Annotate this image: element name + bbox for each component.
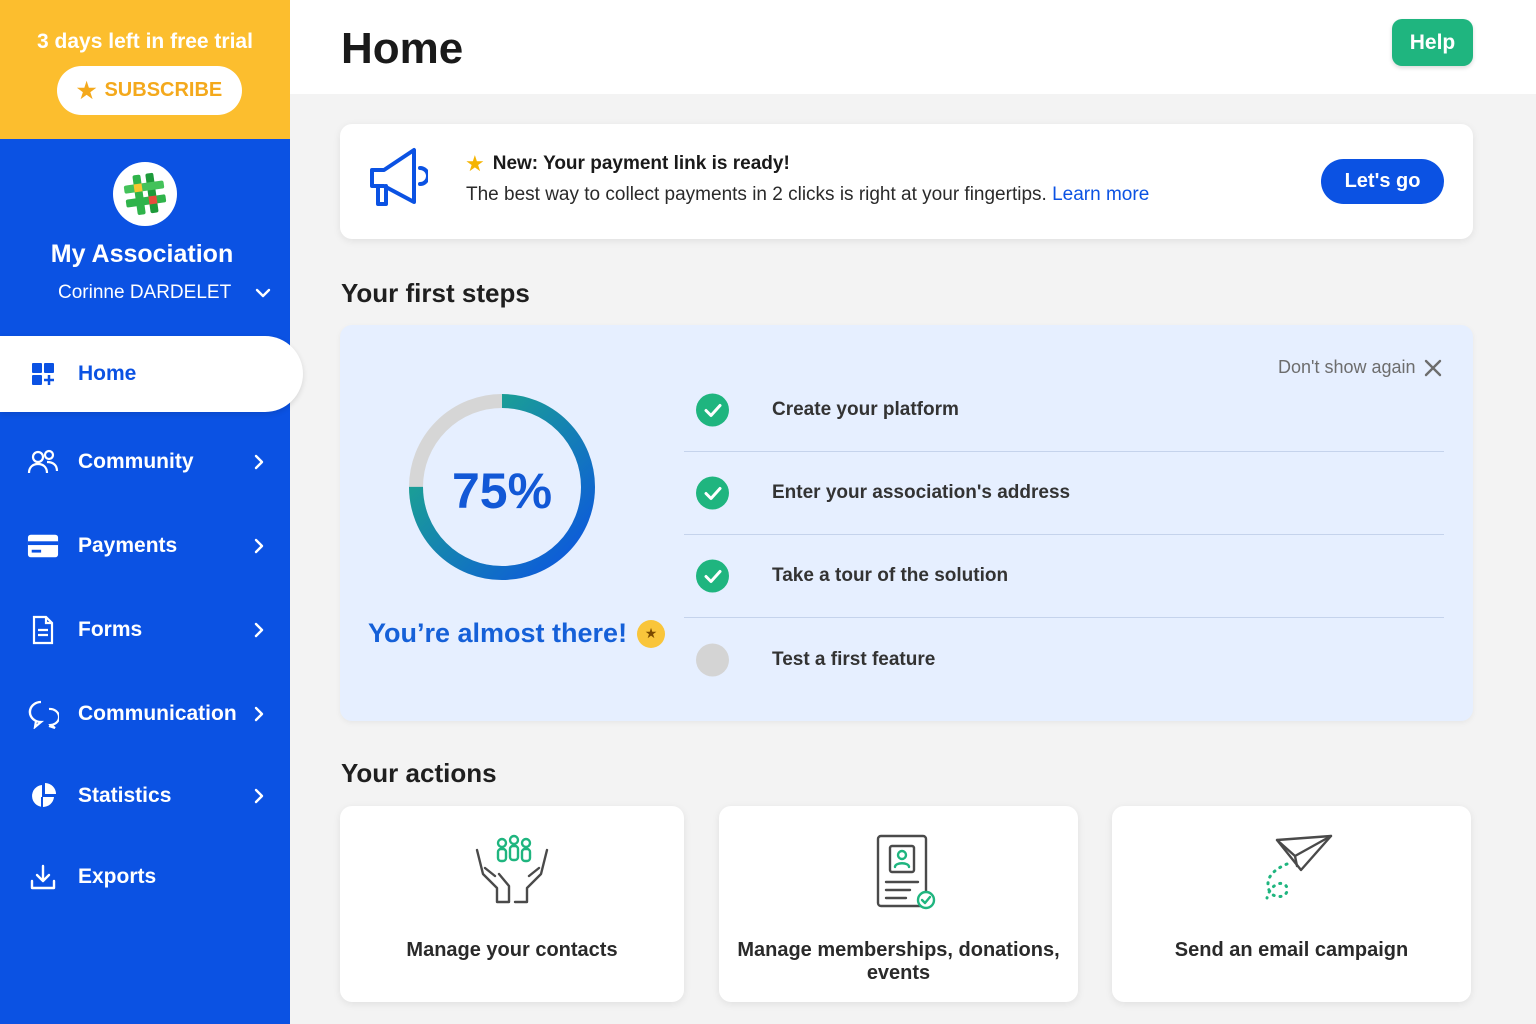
page-header: Home Help xyxy=(290,0,1536,94)
organization-name: My Association xyxy=(50,240,234,268)
action-label: Send an email campaign xyxy=(1174,939,1409,961)
action-card-email-campaign[interactable]: Send an email campaign xyxy=(1112,806,1471,1002)
star-icon: ★ xyxy=(76,77,97,103)
megaphone-icon xyxy=(368,146,430,210)
almost-there-text: You’re almost there! ★ xyxy=(368,618,666,649)
chevron-right-icon xyxy=(250,705,268,723)
almost-there-label: You’re almost there! xyxy=(368,618,628,648)
first-steps-title: Your first steps xyxy=(341,278,530,308)
sidebar-item-forms[interactable]: Forms xyxy=(0,600,290,660)
action-card-contacts[interactable]: Manage your contacts xyxy=(340,806,684,1002)
download-icon xyxy=(27,861,59,893)
organization-logo[interactable] xyxy=(113,162,177,226)
progress-percent: 75% xyxy=(451,463,553,519)
sidebar-item-label: Communication xyxy=(78,702,237,725)
star-struck-emoji-icon: ★ xyxy=(637,619,666,648)
banner-description: The best way to collect payments in 2 cl… xyxy=(466,184,1047,205)
chevron-down-icon[interactable] xyxy=(252,282,274,304)
step-label: Create your platform xyxy=(772,399,959,420)
step-row[interactable]: Enter your association's address xyxy=(684,452,1444,535)
sidebar-item-communication[interactable]: Communication xyxy=(0,684,290,744)
sidebar-item-label: Statistics xyxy=(78,784,172,807)
hands-people-icon xyxy=(475,834,549,904)
paper-plane-icon xyxy=(1265,834,1332,900)
chevron-right-icon xyxy=(250,621,268,639)
document-icon xyxy=(27,614,59,646)
action-label: Manage memberships, donations, events xyxy=(737,939,1060,984)
actions-title: Your actions xyxy=(341,758,497,788)
sidebar-item-label: Home xyxy=(78,362,137,385)
home-grid-icon xyxy=(27,358,59,390)
pending-circle-icon xyxy=(696,643,729,676)
chevron-right-icon xyxy=(250,537,268,555)
step-label: Take a tour of the solution xyxy=(772,565,1009,586)
sidebar-item-home[interactable]: Home xyxy=(0,336,303,412)
sidebar-item-label: Forms xyxy=(78,618,143,641)
membership-card-icon xyxy=(876,834,935,910)
help-button[interactable]: Help xyxy=(1392,19,1473,66)
sidebar-item-statistics[interactable]: Statistics xyxy=(0,766,290,826)
first-steps-card: 75% You’re almost there! ★ Don't show ag… xyxy=(340,325,1473,721)
page-title: Home xyxy=(341,24,464,73)
sidebar-item-exports[interactable]: Exports xyxy=(0,847,290,907)
banner-title: ★ New: Your payment link is ready! xyxy=(465,151,790,177)
announcement-banner: ★ New: Your payment link is ready! The b… xyxy=(340,124,1473,239)
chat-icon xyxy=(27,698,59,730)
chevron-right-icon xyxy=(250,453,268,471)
sidebar-item-label: Community xyxy=(78,450,194,473)
trial-text: 3 days left in free trial xyxy=(37,30,253,53)
sidebar: 3 days left in free trial ★ SUBSCRIBE My… xyxy=(0,0,303,1024)
subscribe-label: SUBSCRIBE xyxy=(104,79,223,101)
sidebar-item-payments[interactable]: Payments xyxy=(0,516,290,576)
user-name[interactable]: Corinne DARDELET xyxy=(58,282,231,304)
lets-go-button[interactable]: Let's go xyxy=(1321,159,1444,204)
step-row[interactable]: Create your platform xyxy=(684,369,1444,452)
card-icon xyxy=(27,530,59,562)
subscribe-button[interactable]: ★ SUBSCRIBE xyxy=(57,66,242,115)
step-label: Test a first feature xyxy=(772,648,936,670)
check-icon xyxy=(696,393,729,427)
pie-chart-icon xyxy=(27,780,59,812)
sidebar-item-community[interactable]: Community xyxy=(0,432,290,492)
banner-title-text: New: Your payment link is ready! xyxy=(492,153,790,174)
trial-banner: 3 days left in free trial ★ SUBSCRIBE xyxy=(0,0,290,139)
step-row[interactable]: Take a tour of the solution xyxy=(684,535,1444,618)
learn-more-link[interactable]: Learn more xyxy=(1052,184,1149,205)
action-card-memberships[interactable]: Manage memberships, donations, events xyxy=(719,806,1078,1002)
sidebar-item-label: Exports xyxy=(78,865,157,888)
action-label: Manage your contacts xyxy=(406,939,618,961)
banner-text: The best way to collect payments in 2 cl… xyxy=(466,184,1149,206)
sidebar-item-label: Payments xyxy=(78,534,178,557)
users-icon xyxy=(27,446,59,478)
check-icon xyxy=(696,476,729,510)
chevron-right-icon xyxy=(250,787,268,805)
step-row[interactable]: Test a first feature xyxy=(684,618,1444,701)
check-icon xyxy=(696,559,729,593)
hashtag-logo-icon xyxy=(123,172,167,215)
step-label: Enter your association's address xyxy=(772,482,1071,503)
star-icon: ★ xyxy=(465,151,485,176)
